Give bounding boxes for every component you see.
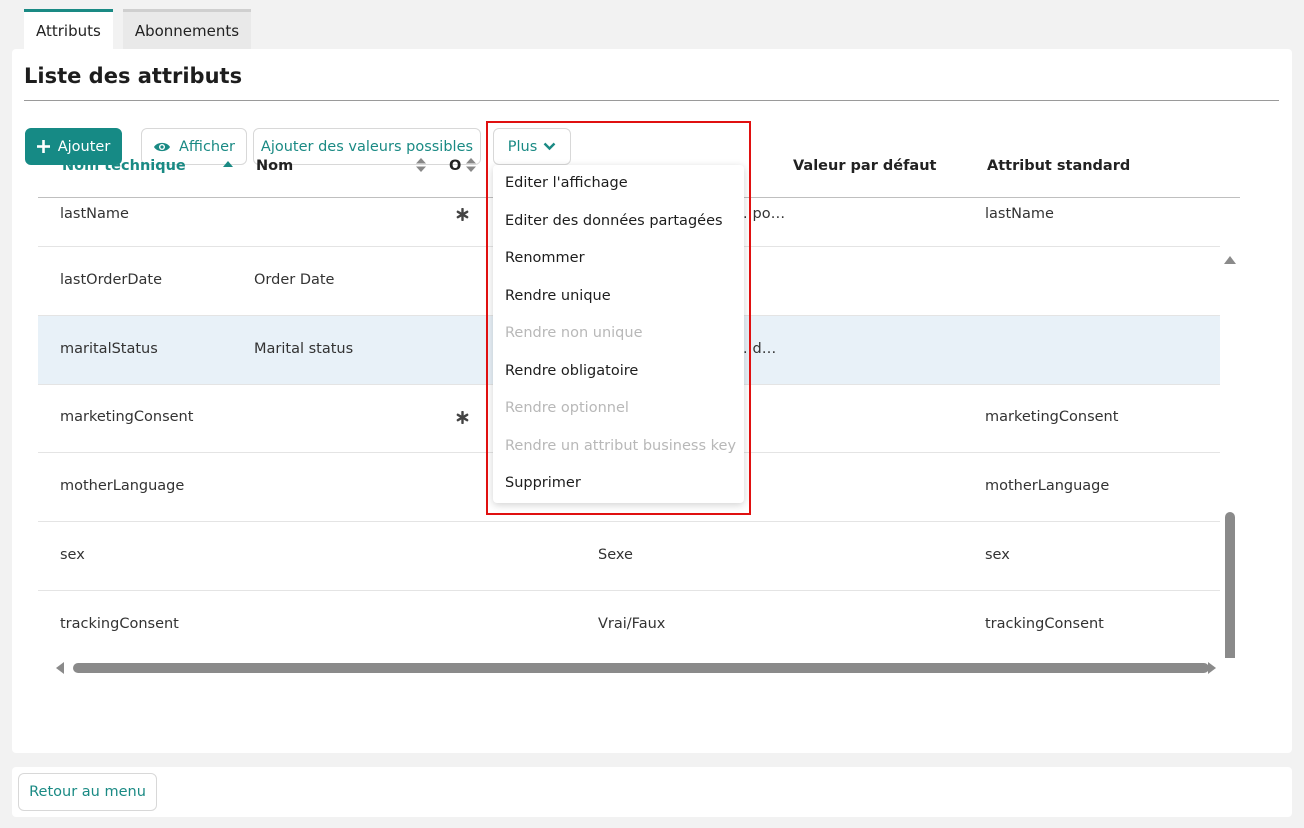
column-header-label: Attribut standard: [987, 158, 1131, 174]
cell-technical-name: motherLanguage: [60, 478, 185, 494]
cell-technical-name: trackingConsent: [60, 616, 179, 632]
title-divider: [24, 100, 1279, 101]
cell-technical-name: lastOrderDate: [60, 272, 163, 288]
cell-technical-name: lastName: [60, 206, 129, 222]
column-header-label: Nom technique: [62, 158, 186, 174]
menu-item-rename[interactable]: Renommer: [505, 250, 585, 266]
cell-type: Sexe: [598, 547, 633, 563]
menu-item-make-business-key: Rendre un attribut business key: [505, 438, 737, 454]
column-header-label: O: [449, 158, 462, 174]
sort-ascending-icon[interactable]: [222, 160, 234, 168]
cell-standard: motherLanguage: [985, 478, 1110, 494]
cell-standard: sex: [985, 547, 1010, 563]
vertical-scrollbar[interactable]: [1222, 198, 1238, 702]
cell-technical-name: maritalStatus: [60, 341, 158, 357]
cell-standard: marketingConsent: [985, 409, 1119, 425]
sort-icon[interactable]: [465, 157, 477, 173]
menu-item-edit-shared-data[interactable]: Editer des données partagées: [505, 213, 723, 229]
footer-panel: Retour au menu: [12, 767, 1292, 817]
cell-standard: trackingConsent: [985, 616, 1104, 632]
table-row[interactable]: trackingConsent Vrai/Faux trackingConsen…: [38, 591, 1220, 658]
column-header-technical-name[interactable]: Nom technique: [62, 140, 186, 192]
asterisk-icon: [456, 411, 469, 424]
menu-item-delete[interactable]: Supprimer: [505, 475, 581, 491]
tab-attributs[interactable]: Attributs: [24, 9, 113, 49]
horizontal-scrollbar[interactable]: [40, 660, 1220, 676]
column-header-label: Valeur par défaut: [793, 158, 937, 174]
menu-item-make-non-unique: Rendre non unique: [505, 325, 643, 341]
tab-abonnements[interactable]: Abonnements: [122, 9, 252, 49]
tab-bar: Attributs Abonnements: [24, 9, 252, 49]
menu-item-make-optional: Rendre optionnel: [505, 400, 629, 416]
asterisk-icon: [456, 208, 469, 221]
column-header-standard-attribute[interactable]: Attribut standard: [987, 140, 1130, 192]
menu-item-make-mandatory[interactable]: Rendre obligatoire: [505, 363, 638, 379]
column-header-default-value[interactable]: Valeur par défaut: [793, 140, 936, 192]
table-row[interactable]: sex Sexe sex: [38, 522, 1220, 591]
column-header-mandatory[interactable]: O: [449, 140, 461, 192]
back-to-menu-button[interactable]: Retour au menu: [18, 773, 157, 811]
column-header-name[interactable]: Nom: [256, 140, 293, 192]
sort-icon[interactable]: [415, 157, 427, 173]
cell-name: Order Date: [254, 272, 335, 288]
cell-name: Marital status: [254, 341, 354, 357]
page-title: Liste des attributs: [24, 64, 243, 88]
menu-item-edit-display[interactable]: Editer l'affichage: [505, 175, 628, 191]
cell-standard: lastName: [985, 206, 1054, 222]
more-dropdown-menu: Editer l'affichage Editer des données pa…: [493, 165, 744, 503]
menu-item-make-unique[interactable]: Rendre unique: [505, 288, 611, 304]
cell-technical-name: sex: [60, 547, 85, 563]
vertical-scrollbar-graphic: [1224, 256, 1236, 702]
column-header-label: Nom: [256, 158, 294, 174]
horizontal-scrollbar-graphic: [56, 662, 1216, 674]
cell-type: Vrai/Faux: [598, 616, 666, 632]
cell-type: …po…: [738, 206, 786, 222]
cell-technical-name: marketingConsent: [60, 409, 194, 425]
